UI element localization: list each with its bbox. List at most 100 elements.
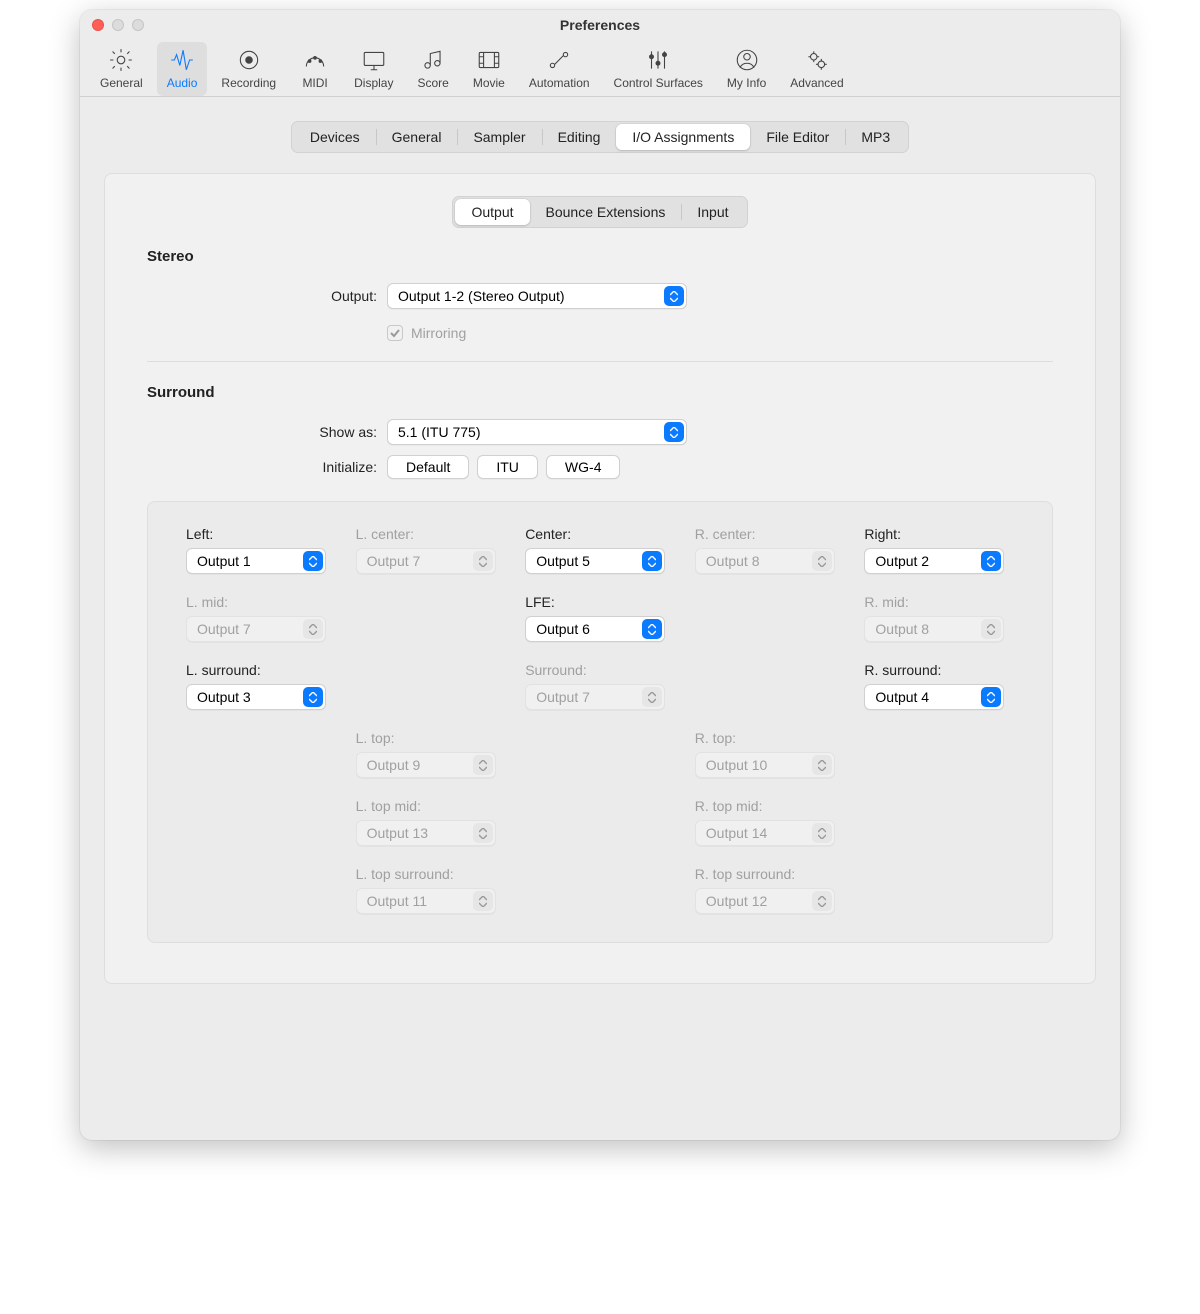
init-wg-4-button[interactable]: WG-4	[546, 455, 621, 479]
toolbar-display[interactable]: Display	[344, 42, 403, 96]
cell-right: Right:Output 2	[864, 526, 1014, 574]
left-popup[interactable]: Output 1	[186, 548, 326, 574]
r-center-label: R. center:	[695, 526, 845, 542]
toolbar-automation[interactable]: Automation	[519, 42, 600, 96]
chevron-updown-icon	[981, 551, 1001, 571]
toolbar-label: Recording	[221, 76, 276, 90]
r-top-label: R. top:	[695, 730, 845, 746]
toolbar-general[interactable]: General	[90, 42, 153, 96]
l-surround-label: L. surround:	[186, 662, 336, 678]
l-center-label: L. center:	[356, 526, 506, 542]
l-top-surround-popup: Output 11	[356, 888, 496, 914]
r-center-popup: Output 8	[695, 548, 835, 574]
tab-editing[interactable]: Editing	[542, 124, 617, 150]
tab-i-o-assignments[interactable]: I/O Assignments	[616, 124, 750, 150]
toolbar-my_info[interactable]: My Info	[717, 42, 776, 96]
surround-label: Surround:	[525, 662, 675, 678]
tab-output[interactable]: Output	[455, 199, 529, 225]
tab-file-editor[interactable]: File Editor	[750, 124, 845, 150]
cell-r-mid: R. mid: Output 8	[864, 594, 1014, 642]
toolbar-label: Audio	[167, 76, 198, 90]
surround-grid-panel: Left:Output 1L. center:Output 7Center:Ou…	[147, 501, 1053, 943]
toolbar: General Audio Recording MIDI Display Score Mov…	[80, 40, 1120, 97]
r-surround-label: R. surround:	[864, 662, 1014, 678]
l-top-label: L. top:	[356, 730, 506, 746]
r-top-surround-popup: Output 12	[695, 888, 835, 914]
init-default-button[interactable]: Default	[387, 455, 469, 479]
cell-l-top: L. top:Output 9	[356, 730, 506, 778]
r-top-popup: Output 10	[695, 752, 835, 778]
stereo-output-popup[interactable]: Output 1-2 (Stereo Output)	[387, 283, 687, 309]
toolbar-midi[interactable]: MIDI	[290, 42, 340, 96]
center-label: Center:	[525, 526, 675, 542]
checkbox-icon	[387, 325, 403, 341]
left-label: Left:	[186, 526, 336, 542]
chevron-updown-icon	[812, 551, 832, 571]
cell-l-mid: L. mid:Output 7	[186, 594, 336, 642]
tab-general[interactable]: General	[376, 124, 458, 150]
tab-input[interactable]: Input	[681, 199, 744, 225]
chevron-updown-icon	[812, 891, 832, 911]
toolbar-control_surfaces[interactable]: Control Surfaces	[604, 42, 713, 96]
r-mid-label: R. mid:	[864, 594, 1014, 610]
cell-lfe: LFE:Output 6	[525, 594, 675, 642]
show-as-label: Show as:	[147, 424, 387, 440]
initialize-label: Initialize:	[147, 459, 387, 475]
chevron-updown-icon	[303, 687, 323, 707]
l-top-mid-popup: Output 13	[356, 820, 496, 846]
stereo-heading: Stereo	[147, 248, 1053, 265]
cell-surround: Surround: Output 7	[525, 662, 675, 710]
chevron-updown-icon	[812, 823, 832, 843]
cell-l-center: L. center:Output 7	[356, 526, 506, 574]
audio-icon	[168, 46, 196, 74]
tab-bounce-extensions[interactable]: Bounce Extensions	[530, 199, 682, 225]
cell-l-surround: L. surround: Output 3	[186, 662, 336, 710]
show-as-popup[interactable]: 5.1 (ITU 775)	[387, 419, 687, 445]
divider	[147, 361, 1053, 362]
automation-icon	[545, 46, 573, 74]
cell-r-center: R. center: Output 8	[695, 526, 845, 574]
cell-r-top: R. top: Output 10	[695, 730, 845, 778]
toolbar-label: Control Surfaces	[614, 76, 703, 90]
init-itu-button[interactable]: ITU	[477, 455, 538, 479]
right-popup[interactable]: Output 2	[864, 548, 1004, 574]
cell-r-surround: R. surround: Output 4	[864, 662, 1014, 710]
toolbar-label: General	[100, 76, 143, 90]
toolbar-audio[interactable]: Audio	[157, 42, 208, 96]
chevron-updown-icon	[303, 551, 323, 571]
chevron-updown-icon	[664, 286, 684, 306]
audio-subtabs: DevicesGeneralSamplerEditingI/O Assignme…	[291, 121, 909, 153]
toolbar-score[interactable]: Score	[407, 42, 458, 96]
tab-devices[interactable]: Devices	[294, 124, 376, 150]
preferences-window: Preferences GeneralAudioRecordingMIDIDis…	[80, 10, 1120, 1140]
chevron-updown-icon	[981, 619, 1001, 639]
initialize-buttons: Default ITU WG-4	[387, 455, 628, 479]
tab-mp3[interactable]: MP3	[845, 124, 906, 150]
chevron-updown-icon	[981, 687, 1001, 707]
l-surround-popup[interactable]: Output 3	[186, 684, 326, 710]
toolbar-label: Advanced	[790, 76, 843, 90]
toolbar-movie[interactable]: Movie	[463, 42, 515, 96]
toolbar-label: Display	[354, 76, 393, 90]
center-popup[interactable]: Output 5	[525, 548, 665, 574]
output-label: Output:	[147, 288, 387, 304]
advanced-icon	[803, 46, 831, 74]
surround-popup: Output 7	[525, 684, 665, 710]
r-surround-popup[interactable]: Output 4	[864, 684, 1004, 710]
lfe-popup[interactable]: Output 6	[525, 616, 665, 642]
r-mid-popup: Output 8	[864, 616, 1004, 642]
chevron-updown-icon	[303, 619, 323, 639]
my_info-icon	[733, 46, 761, 74]
midi-icon	[301, 46, 329, 74]
toolbar-advanced[interactable]: Advanced	[780, 42, 853, 96]
chevron-updown-icon	[473, 891, 493, 911]
toolbar-recording[interactable]: Recording	[211, 42, 286, 96]
chevron-updown-icon	[473, 755, 493, 775]
toolbar-label: Score	[417, 76, 448, 90]
toolbar-label: MIDI	[302, 76, 327, 90]
tab-sampler[interactable]: Sampler	[457, 124, 541, 150]
cell-left: Left: Output 1	[186, 526, 336, 574]
l-mid-popup: Output 7	[186, 616, 326, 642]
chevron-updown-icon	[473, 823, 493, 843]
chevron-updown-icon	[642, 687, 662, 707]
